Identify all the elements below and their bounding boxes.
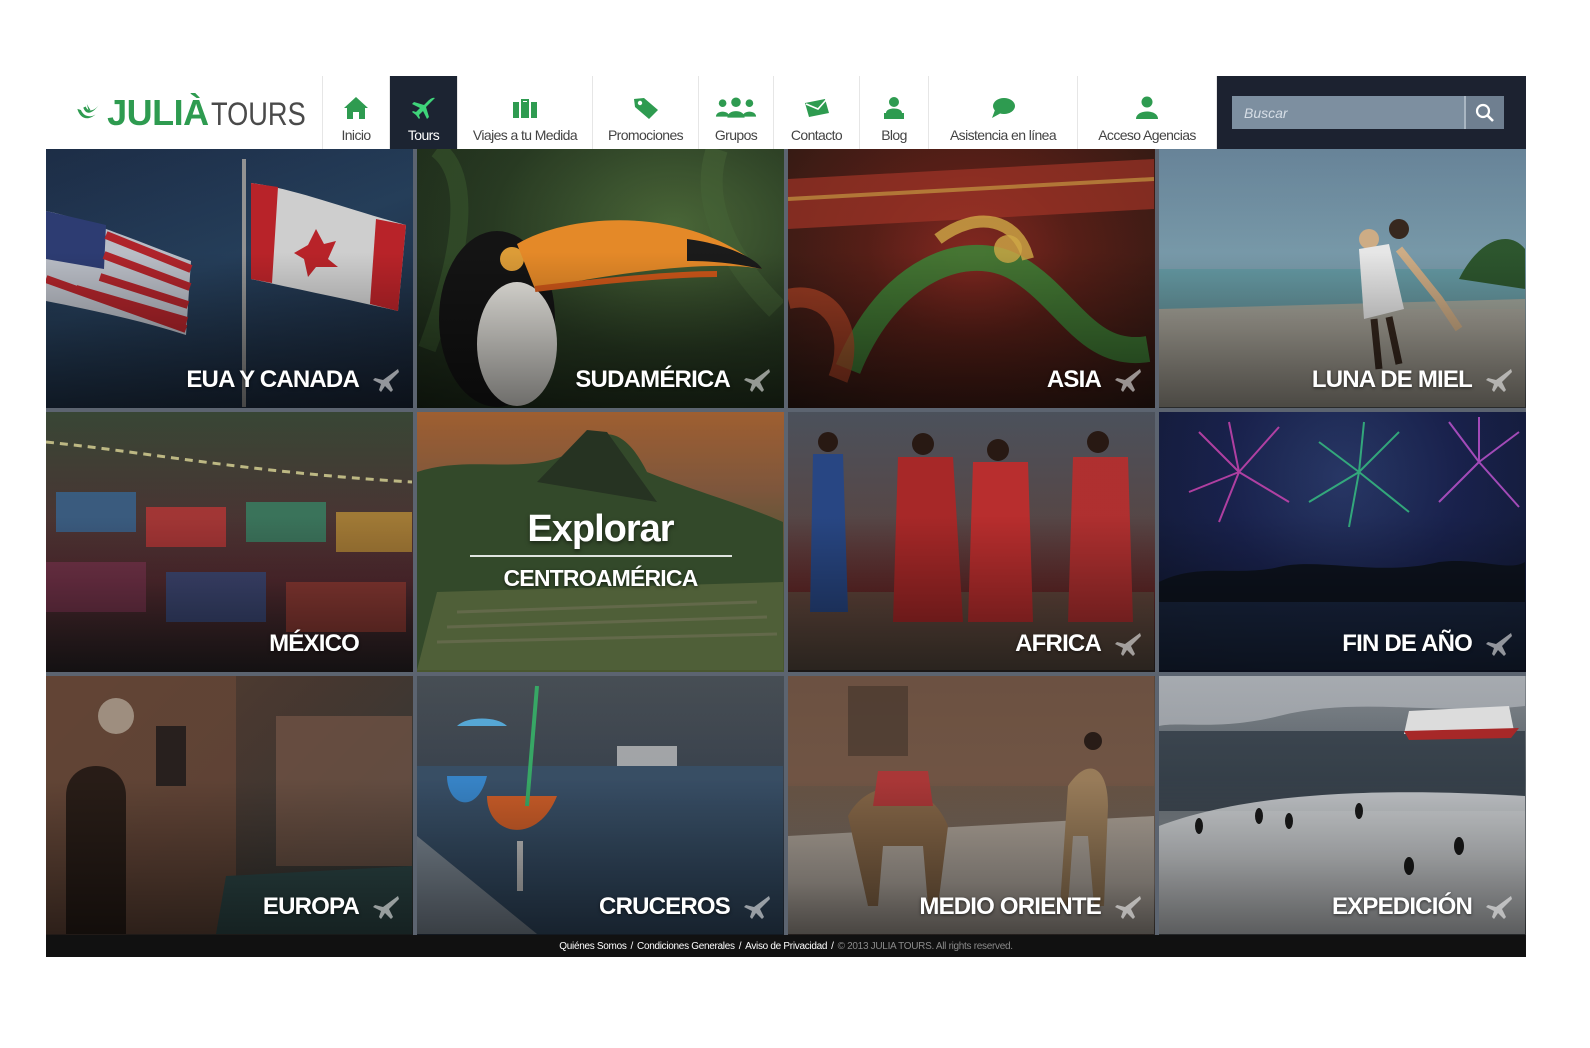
nav-item-contacto[interactable]: Contacto	[774, 76, 860, 149]
footer-link-quienes-somos[interactable]: Quiénes Somos	[559, 941, 627, 952]
tile-fin-de-ano[interactable]: FIN DE AÑO	[1159, 412, 1526, 672]
explore-subtitle: CENTROAMÉRICA	[503, 565, 698, 592]
group-icon	[713, 93, 759, 123]
site-frame: JULIÀ TOURS Inicio Tours Viajes a tu Med…	[46, 76, 1526, 957]
chat-icon	[988, 93, 1018, 123]
header: JULIÀ TOURS Inicio Tours Viajes a tu Med…	[46, 76, 1526, 149]
home-icon	[341, 93, 371, 123]
tile-label: ASIA	[1046, 366, 1102, 394]
nav-label: Promociones	[607, 127, 684, 143]
logo-swoosh-icon	[77, 103, 99, 118]
plane-icon	[744, 369, 770, 393]
person-desk-icon	[879, 93, 909, 123]
logo-name-bold: JULIÀ	[107, 91, 209, 133]
tile-asia[interactable]: ASIA	[788, 149, 1155, 409]
tag-icon	[631, 93, 661, 123]
nav-label: Contacto	[790, 127, 843, 143]
nav-label: Asistencia en línea	[949, 127, 1057, 143]
plane-icon	[409, 93, 439, 123]
nav-label: Tours	[407, 127, 440, 143]
nav-label: Blog	[881, 127, 907, 143]
tile-label: EXPEDICIÓN	[1331, 893, 1473, 920]
tile-label: CRUCEROS	[599, 893, 731, 920]
tile-label: EUROPA	[262, 893, 360, 920]
user-icon	[1132, 93, 1162, 123]
footer-separator: /	[738, 940, 742, 952]
footer-link-condiciones[interactable]: Condiciones Generales	[637, 941, 735, 952]
nav-item-viajes-a-tu-medida[interactable]: Viajes a tu Medida	[458, 76, 593, 149]
tile-sudamerica[interactable]: SUDAMÉRICA	[417, 149, 784, 409]
main-nav: Inicio Tours Viajes a tu Medida Promocio…	[323, 76, 1217, 149]
nav-item-promociones[interactable]: Promociones	[593, 76, 699, 149]
explore-overlay: Explorar CENTROAMÉRICA	[417, 508, 784, 592]
search-box	[1232, 96, 1504, 129]
tile-africa[interactable]: AFRICA	[788, 412, 1155, 672]
footer-copyright: © 2013 JULIA TOURS. All rights reserved.	[837, 940, 1013, 952]
footer-separator: /	[831, 940, 834, 952]
nav-item-grupos[interactable]: Grupos	[699, 76, 774, 149]
tile-mexico[interactable]: MÉXICO	[46, 412, 413, 672]
search-area	[1217, 76, 1526, 149]
nav-item-acceso-agencias[interactable]: Acceso Agencias	[1078, 76, 1217, 149]
tile-luna-de-miel[interactable]: LUNA DE MIEL	[1159, 149, 1526, 409]
tile-centroamerica[interactable]: Explorar CENTROAMÉRICA	[417, 412, 784, 672]
tile-eua-canada[interactable]: EUA Y CANADA	[46, 149, 413, 409]
tile-label: SUDAMÉRICA	[575, 366, 730, 394]
nav-item-tours[interactable]: Tours	[390, 76, 458, 149]
nav-label: Inicio	[341, 127, 371, 143]
tile-label: EUA Y CANADA	[186, 366, 359, 394]
envelope-icon	[802, 93, 832, 123]
plane-icon	[1115, 369, 1141, 393]
footer: Quiénes Somos / Condiciones Generales / …	[46, 935, 1526, 957]
logo-name-light: TOURS	[210, 95, 306, 132]
tile-label: LUNA DE MIEL	[1311, 366, 1473, 394]
tile-label: MÉXICO	[269, 629, 360, 657]
search-input[interactable]	[1232, 96, 1464, 129]
tile-label: AFRICA	[1015, 629, 1102, 657]
plane-icon	[1486, 632, 1512, 656]
nav-label: Grupos	[714, 127, 758, 143]
destinations-grid: EUA Y CANADA SUDAMÉRICA ASIA LUNA DE MIE…	[46, 149, 1526, 935]
plane-icon	[744, 896, 770, 919]
logo[interactable]: JULIÀ TOURS	[46, 76, 323, 149]
footer-separator: /	[630, 940, 634, 952]
plane-icon	[1486, 896, 1512, 919]
search-icon	[1475, 103, 1494, 122]
plane-icon	[373, 896, 399, 919]
footer-link-privacidad[interactable]: Aviso de Privacidad	[745, 941, 827, 952]
search-button[interactable]	[1464, 96, 1504, 129]
plane-icon	[1115, 632, 1141, 656]
nav-item-inicio[interactable]: Inicio	[323, 76, 390, 149]
nav-label: Viajes a tu Medida	[472, 127, 578, 143]
nav-label: Acceso Agencias	[1098, 127, 1196, 143]
tile-cruceros[interactable]: CRUCEROS	[417, 675, 784, 935]
tile-expedicion[interactable]: EXPEDICIÓN	[1159, 675, 1526, 935]
explore-divider	[469, 555, 732, 558]
tile-europa[interactable]: EUROPA	[46, 675, 413, 935]
nav-item-blog[interactable]: Blog	[860, 76, 929, 149]
plane-icon	[1115, 896, 1141, 919]
plane-icon	[1486, 369, 1512, 393]
nav-item-asistencia[interactable]: Asistencia en línea	[929, 76, 1078, 149]
tile-medio-oriente[interactable]: MEDIO ORIENTE	[788, 675, 1155, 935]
suitcase-icon	[510, 93, 540, 123]
tile-label: FIN DE AÑO	[1342, 629, 1473, 657]
tile-label: MEDIO ORIENTE	[919, 893, 1101, 920]
plane-icon	[373, 369, 399, 393]
explore-title: Explorar	[527, 508, 674, 551]
